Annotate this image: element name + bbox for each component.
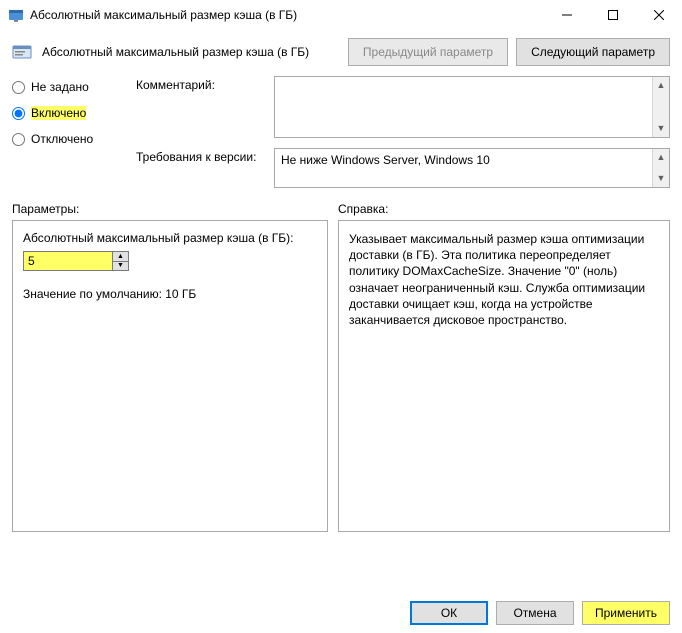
cache-size-spin-down[interactable]: ▼ bbox=[113, 262, 128, 271]
cache-size-label: Абсолютный максимальный размер кэша (в Г… bbox=[23, 231, 317, 245]
maximize-button[interactable] bbox=[590, 0, 636, 30]
options-panel: Абсолютный максимальный размер кэша (в Г… bbox=[12, 220, 328, 532]
options-section-label: Параметры: bbox=[12, 202, 338, 216]
radio-disabled-input[interactable] bbox=[12, 133, 25, 146]
cancel-button[interactable]: Отмена bbox=[496, 601, 574, 625]
policy-icon bbox=[10, 40, 34, 64]
supported-scrollbar[interactable]: ▲ ▼ bbox=[652, 149, 669, 187]
titlebar: Абсолютный максимальный размер кэша (в Г… bbox=[0, 0, 682, 30]
scroll-down-icon: ▼ bbox=[657, 120, 666, 137]
scroll-up-icon: ▲ bbox=[657, 77, 666, 94]
cache-size-input[interactable] bbox=[24, 252, 112, 270]
comment-label: Комментарий: bbox=[136, 76, 264, 138]
radio-disabled[interactable]: Отключено bbox=[12, 132, 118, 146]
supported-field: Не ниже Windows Server, Windows 10 bbox=[275, 149, 652, 187]
help-text: Указывает максимальный размер кэша оптим… bbox=[349, 231, 659, 328]
apply-button[interactable]: Применить bbox=[582, 601, 670, 625]
supported-field-wrap: Не ниже Windows Server, Windows 10 ▲ ▼ bbox=[274, 148, 670, 188]
minimize-button[interactable] bbox=[544, 0, 590, 30]
help-section-label: Справка: bbox=[338, 202, 670, 216]
state-radio-group: Не задано Включено Отключено bbox=[12, 76, 118, 188]
close-button[interactable] bbox=[636, 0, 682, 30]
next-setting-button[interactable]: Следующий параметр bbox=[516, 38, 670, 66]
cache-default-text: Значение по умолчанию: 10 ГБ bbox=[23, 287, 317, 301]
ok-button[interactable]: ОК bbox=[410, 601, 488, 625]
radio-enabled-label: Включено bbox=[31, 106, 86, 120]
scroll-up-icon: ▲ bbox=[657, 149, 666, 166]
help-panel: Указывает максимальный размер кэша оптим… bbox=[338, 220, 670, 532]
radio-enabled-input[interactable] bbox=[12, 107, 25, 120]
radio-not-configured-label: Не задано bbox=[31, 80, 89, 94]
comment-scrollbar[interactable]: ▲ ▼ bbox=[652, 77, 669, 137]
window-title: Абсолютный максимальный размер кэша (в Г… bbox=[30, 8, 544, 22]
toolbar: Абсолютный максимальный размер кэша (в Г… bbox=[0, 30, 682, 76]
radio-disabled-label: Отключено bbox=[31, 132, 93, 146]
radio-enabled[interactable]: Включено bbox=[12, 106, 118, 120]
dialog-buttons: ОК Отмена Применить bbox=[410, 601, 670, 625]
cache-size-stepper: ▲ ▼ bbox=[23, 251, 129, 271]
comment-field[interactable] bbox=[275, 77, 652, 137]
comment-field-wrap: ▲ ▼ bbox=[274, 76, 670, 138]
cache-size-spin-up[interactable]: ▲ bbox=[113, 252, 128, 262]
window-controls bbox=[544, 0, 682, 30]
supported-label: Требования к версии: bbox=[136, 148, 264, 188]
previous-setting-button[interactable]: Предыдущий параметр bbox=[348, 38, 508, 66]
policy-title: Абсолютный максимальный размер кэша (в Г… bbox=[42, 45, 340, 59]
scroll-down-icon: ▼ bbox=[657, 170, 666, 187]
app-icon bbox=[8, 7, 24, 23]
radio-not-configured[interactable]: Не задано bbox=[12, 80, 118, 94]
radio-not-configured-input[interactable] bbox=[12, 81, 25, 94]
